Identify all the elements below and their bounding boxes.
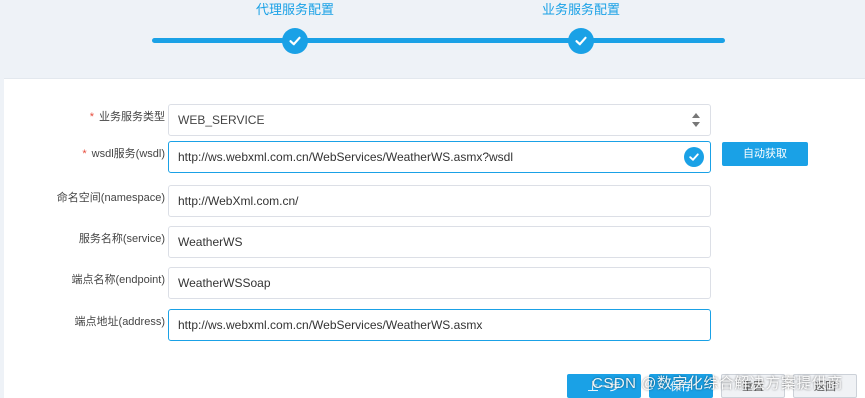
required-marker: *	[89, 111, 94, 123]
endpoint-address-label: 端点地址(address)	[74, 316, 165, 328]
select-arrows-icon	[692, 113, 700, 127]
service-name-label: 服务名称(service)	[78, 233, 165, 245]
step-label: 代理服务配置	[255, 2, 334, 17]
row-namespace: 命名空间(namespace) http://WebXml.com.cn/	[4, 185, 865, 217]
required-marker: *	[82, 148, 87, 160]
row-service: 服务名称(service) WeatherWS	[4, 226, 865, 258]
step-business-config: 业务服务配置	[511, 0, 651, 54]
row-wsdl: * wsdl服务(wsdl) http://ws.webxml.com.cn/We…	[4, 141, 865, 173]
endpoint-name-input[interactable]: WeatherWSSoap	[168, 267, 711, 299]
auto-fetch-button[interactable]: 自动获取	[722, 142, 808, 166]
row-service-type: * 业务服务类型 WEB_SERVICE	[4, 104, 865, 136]
row-address: 端点地址(address) http://ws.webxml.com.cn/We…	[4, 309, 865, 341]
namespace-input[interactable]: http://WebXml.com.cn/	[168, 185, 711, 217]
form-panel: * 业务服务类型 WEB_SERVICE * wsdl服务(wsdl) http:/…	[4, 78, 865, 398]
endpoint-address-input[interactable]: http://ws.webxml.com.cn/WebServices/Weat…	[168, 309, 711, 341]
endpoint-name-label: 端点名称(endpoint)	[71, 274, 165, 286]
service-name-value: WeatherWS	[178, 235, 243, 249]
step-check-icon	[568, 28, 594, 54]
endpoint-name-value: WeatherWSSoap	[178, 276, 271, 290]
service-name-input[interactable]: WeatherWS	[168, 226, 711, 258]
check-circle-icon	[684, 147, 704, 167]
service-type-select[interactable]: WEB_SERVICE	[168, 104, 711, 136]
namespace-value: http://WebXml.com.cn/	[178, 194, 299, 208]
service-type-label: * 业务服务类型	[89, 111, 165, 123]
step-proxy-config: 代理服务配置	[225, 0, 365, 54]
namespace-label: 命名空间(namespace)	[56, 192, 165, 204]
service-type-value: WEB_SERVICE	[178, 113, 265, 127]
progress-stepper: 代理服务配置 业务服务配置	[0, 0, 865, 70]
step-label: 业务服务配置	[541, 2, 620, 17]
row-endpoint: 端点名称(endpoint) WeatherWSSoap	[4, 267, 865, 299]
endpoint-address-value: http://ws.webxml.com.cn/WebServices/Weat…	[178, 318, 483, 332]
step-check-icon	[282, 28, 308, 54]
watermark: CSDN @数字化综合解决方案提供商	[592, 375, 843, 392]
wsdl-label: * wsdl服务(wsdl)	[82, 148, 165, 160]
wsdl-value: http://ws.webxml.com.cn/WebServices/Weat…	[178, 150, 513, 164]
wsdl-input[interactable]: http://ws.webxml.com.cn/WebServices/Weat…	[168, 141, 711, 173]
